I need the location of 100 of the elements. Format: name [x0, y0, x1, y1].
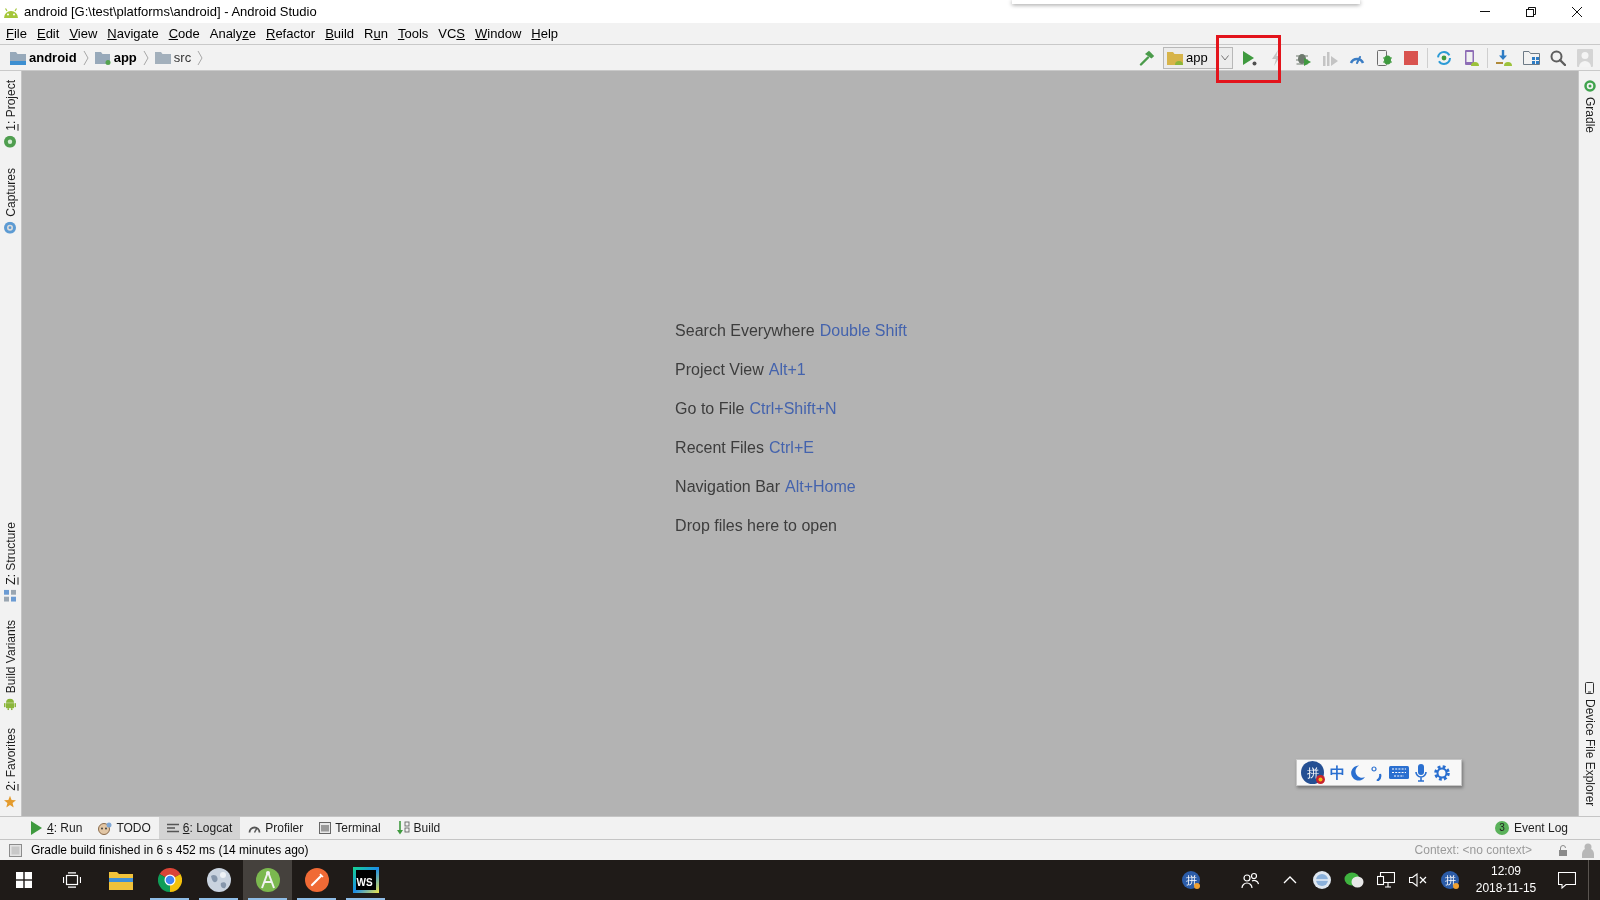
chevron-up-icon[interactable]: [1283, 876, 1297, 884]
pen-icon: [304, 868, 329, 892]
structure-icon: [4, 590, 17, 603]
breadcrumb[interactable]: app: [93, 47, 138, 68]
caret-down-icon: [1221, 54, 1229, 61]
globe-icon: [206, 868, 231, 892]
tool-window-tab[interactable]: Profiler: [240, 817, 312, 839]
people-icon[interactable]: [1241, 872, 1259, 888]
menu-item[interactable]: Refactor: [261, 27, 321, 40]
menu-item[interactable]: Window: [470, 27, 527, 40]
tool-window-button[interactable]: Gradle: [1579, 80, 1600, 134]
star-icon: [4, 796, 17, 808]
menu-item[interactable]: Navigate: [102, 27, 164, 40]
menu-item[interactable]: Help: [526, 27, 563, 40]
hammer-icon: [1139, 49, 1155, 66]
phone-icon: [1463, 49, 1479, 66]
menu-item[interactable]: Analyze: [204, 27, 261, 40]
editor-hint: Search Everywhere Double Shift: [675, 321, 907, 341]
chevron-right-icon: [142, 49, 149, 66]
input-method-indicator[interactable]: 拼: [1182, 871, 1200, 889]
breadcrumb[interactable]: src: [153, 47, 193, 68]
phone-bug-icon: [1376, 49, 1392, 66]
keyboard-icon[interactable]: [1389, 766, 1409, 779]
compass-icon: [255, 868, 280, 892]
taskbar-app-button[interactable]: [243, 860, 292, 900]
menu-item[interactable]: File: [1, 27, 32, 40]
restore-icon: [1526, 6, 1536, 17]
download-icon: [1496, 49, 1512, 66]
window-title: android [G:\test\platforms\android] - Android Studio: [24, 2, 317, 21]
input-mode-toggle[interactable]: 中: [1330, 765, 1345, 780]
menu-item[interactable]: View: [64, 27, 103, 40]
lock-icon[interactable]: [1558, 844, 1568, 856]
clock[interactable]: 12:09 2018-11-15: [1466, 860, 1546, 900]
folder-icon: [154, 51, 171, 64]
menu-item[interactable]: Code: [163, 27, 205, 40]
chevron-right-icon: [197, 49, 204, 66]
lines-icon: [166, 823, 179, 833]
input-method-indicator[interactable]: 拼: [1441, 871, 1459, 889]
notification-icon[interactable]: [1558, 871, 1576, 889]
menu-item[interactable]: Run: [359, 27, 393, 40]
network-icon[interactable]: [1377, 872, 1395, 888]
tool-window-tab[interactable]: 4: Run: [22, 817, 91, 839]
task-view-icon: [63, 872, 81, 888]
tool-window-tab[interactable]: TODO: [90, 817, 159, 839]
status-message: Gradle build finished in 6 s 452 ms (14 minutes ago): [31, 842, 309, 859]
editor-hint: Navigation Bar Alt+Home: [675, 477, 856, 497]
breadcrumb[interactable]: android: [9, 47, 78, 68]
menu-item[interactable]: Build: [320, 27, 360, 40]
terminal-icon: [319, 822, 332, 834]
editor-hint: Drop files here to open: [675, 516, 837, 536]
folder-icon: [1167, 50, 1183, 65]
microphone-icon[interactable]: [1415, 763, 1427, 782]
folder-icon: [10, 50, 26, 65]
settings-icon[interactable]: [1433, 763, 1451, 782]
minimize-icon: [1480, 11, 1490, 12]
event-log-button[interactable]: 3 Event Log: [1486, 817, 1576, 839]
editor-hint: Go to File Ctrl+Shift+N: [675, 399, 837, 419]
phone-icon: [1585, 681, 1594, 694]
context-label: Context: <no context>: [1414, 842, 1532, 859]
editor-hint: Recent Files Ctrl+E: [675, 438, 814, 458]
person-icon: [1577, 48, 1593, 67]
globe-icon[interactable]: [1313, 871, 1331, 889]
tool-window-tab[interactable]: 6: Logcat: [158, 817, 241, 839]
camera-icon: [4, 221, 17, 234]
chat-icon[interactable]: [1344, 872, 1364, 888]
folder-icon: [108, 870, 133, 890]
speaker-muted-icon[interactable]: [1409, 873, 1427, 887]
tool-window-button[interactable]: Build Variants: [0, 620, 21, 711]
play-icon: [30, 821, 43, 835]
folder-grid-icon: [1522, 50, 1540, 65]
run-configuration-dropdown[interactable]: app: [1163, 46, 1233, 69]
close-icon: [1572, 6, 1582, 17]
moon-icon[interactable]: [1351, 764, 1365, 781]
ring-icon: [1583, 80, 1596, 92]
notification-count: 3: [1494, 821, 1509, 835]
circle-icon: [4, 135, 17, 148]
robot-icon: [4, 698, 17, 711]
tool-window-button[interactable]: 1: Project: [0, 80, 21, 148]
menu-item[interactable]: Tools: [392, 27, 434, 40]
play-icon: [1241, 49, 1257, 66]
chevron-right-icon: [82, 49, 89, 66]
start-icon: [16, 872, 32, 888]
tool-window-tab[interactable]: Build: [388, 817, 449, 839]
tool-window-button[interactable]: Captures: [0, 167, 21, 234]
menu-item[interactable]: VCS: [433, 27, 470, 40]
sort-arrow-icon: [396, 821, 410, 835]
panel-toggle-icon: [9, 843, 22, 857]
taskbar-app-button[interactable]: WS: [341, 860, 390, 900]
stop-icon: [1404, 50, 1418, 65]
face-icon: [98, 821, 113, 835]
tool-window-button[interactable]: Z: Structure: [0, 522, 21, 603]
sync-icon: [1436, 49, 1452, 66]
ime-logo[interactable]: 拼: [1301, 761, 1324, 784]
menu-item[interactable]: Edit: [31, 27, 65, 40]
tool-window-button[interactable]: 2: Favorites: [0, 728, 21, 808]
punctuation-icon[interactable]: [1371, 764, 1383, 781]
search-icon: [1550, 49, 1566, 66]
folder-icon: [94, 50, 111, 65]
tool-window-tab[interactable]: Terminal: [311, 817, 389, 839]
tool-window-button[interactable]: Device File Explorer: [1579, 681, 1600, 806]
